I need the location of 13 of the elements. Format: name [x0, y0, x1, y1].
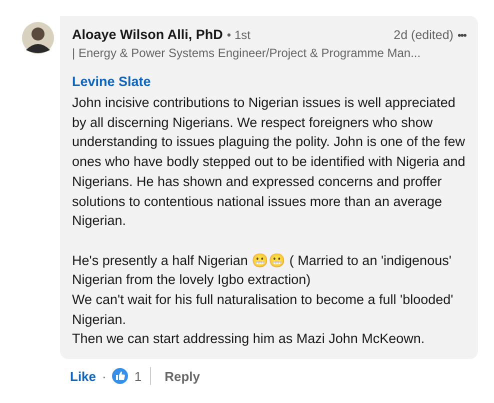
connection-degree: • 1st	[226, 28, 250, 42]
more-options[interactable]: •••	[457, 30, 466, 42]
author-name[interactable]: Aloaye Wilson Alli, PhD	[72, 27, 223, 42]
reply-link[interactable]: Reply	[164, 368, 200, 384]
thumbs-up-icon	[112, 368, 128, 384]
avatar[interactable]	[22, 22, 54, 54]
mention-link[interactable]: Levine Slate	[72, 74, 151, 89]
like-link[interactable]: Like	[70, 368, 96, 384]
reaction-count: 1	[134, 368, 142, 384]
separator-dot: ·	[102, 368, 106, 384]
timestamp: 2d (edited)	[394, 28, 454, 42]
author-headline: | Energy & Power Systems Engineer/Project & Programme Man...	[72, 46, 422, 60]
comment-text: John incisive contributions to Nigerian issues is well appreciated by all discerning Nigerians. We respect foreigners who show understanding to issues plaguing the polity. John is one of the few ones who have bodly stepped out to be identified with Nigeria and Nigerians. He has shown and expressed concerns and proffer solutions to contentious national issues more than an average Nigerian. He's presently a half Nigerian 😬😬 ( Married to an 'indigenous' Nigerian from the lovely Igbo extraction) We can't wait for his full naturalisation to become a full 'blooded' Nigerian. Then we can start addressing him as Mazi John McKeown.	[72, 94, 466, 348]
